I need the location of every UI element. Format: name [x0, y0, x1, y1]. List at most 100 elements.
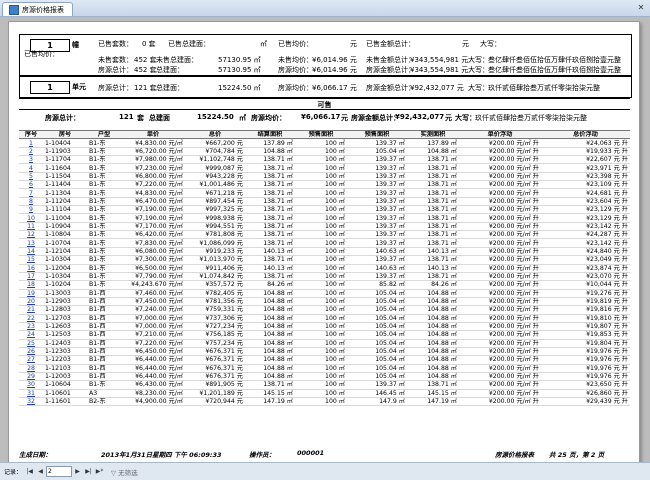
- table-row: 6 1-11404 B1-东 ¥7,220.00 元/㎡ ¥1,001,486 元 138…: [19, 180, 630, 190]
- summary-amount-label: 房源金额总计：: [351, 114, 400, 122]
- row-index-link[interactable]: 21: [19, 305, 43, 315]
- row-index-link[interactable]: 5: [19, 172, 43, 182]
- page-number-input[interactable]: [46, 466, 73, 477]
- table-cell: B1-东: [87, 255, 121, 265]
- column-header: 总价浮动: [541, 129, 630, 140]
- table-cell: ¥6,800.00 元/㎡: [121, 172, 185, 182]
- table-cell: ¥782,405 元: [185, 289, 245, 298]
- table-cell: 1-12603: [43, 322, 87, 332]
- table-cell: 100 ㎡: [295, 330, 347, 340]
- table-cell: 84.26 ㎡: [407, 280, 459, 290]
- table-cell: 104.88 ㎡: [245, 330, 295, 340]
- table-cell: 105.04 ㎡: [347, 305, 407, 315]
- row-index-link[interactable]: 18: [19, 280, 43, 290]
- table-cell: B1-西: [87, 372, 121, 382]
- table-cell: 1-10601: [43, 389, 87, 399]
- filter-status[interactable]: ▽ 无筛选: [111, 467, 138, 477]
- table-cell: 100 ㎡: [295, 322, 347, 332]
- row-index-link[interactable]: 15: [19, 255, 43, 265]
- row-index-link[interactable]: 22: [19, 314, 43, 323]
- row-index-link[interactable]: 12: [19, 230, 43, 240]
- row-index-link[interactable]: 8: [19, 197, 43, 207]
- table-cell: 138.71 ㎡: [407, 205, 459, 215]
- row-index-link[interactable]: 1: [19, 138, 43, 148]
- row-index-link[interactable]: 6: [19, 180, 43, 190]
- row-index-link[interactable]: 7: [19, 188, 43, 198]
- report-canvas: 1 幢 已售套数： 0 套 已售总建面： ㎡ 已售均价： 元 已售金额总计： 元…: [0, 17, 650, 463]
- table-cell: 1-10304: [43, 272, 87, 282]
- table-cell: B1-东: [87, 172, 121, 182]
- total-amount-label: 房源金额总计：: [366, 66, 415, 74]
- table-cell: 139.37 ㎡: [347, 255, 407, 265]
- table-cell: 100 ㎡: [295, 180, 347, 190]
- row-index-link[interactable]: 11: [19, 222, 43, 232]
- new-record-icon[interactable]: ▶*: [95, 467, 104, 476]
- table-cell: 138.71 ㎡: [407, 213, 459, 223]
- row-index-link[interactable]: 28: [19, 364, 43, 373]
- row-index-link[interactable]: 2: [19, 147, 43, 157]
- row-index-link[interactable]: 30: [19, 380, 43, 390]
- table-cell: B1-西: [87, 347, 121, 357]
- next-page-icon[interactable]: ▶: [73, 467, 82, 476]
- table-cell: ¥671,218 元: [185, 188, 245, 198]
- table-cell: ¥676,371 元: [185, 355, 245, 365]
- row-index-link[interactable]: 14: [19, 247, 43, 257]
- row-index-link[interactable]: 19: [19, 289, 43, 298]
- table-row: 13 1-10704 B1-东 ¥7,830.00 元/㎡ ¥1,086,099 元 13…: [19, 238, 630, 248]
- row-index-link[interactable]: 13: [19, 238, 43, 248]
- report-tab-label: 房源价格报表: [22, 5, 64, 14]
- row-index-link[interactable]: 4: [19, 163, 43, 173]
- table-cell: ¥994,551 元: [185, 222, 245, 232]
- table-cell: ¥998,938 元: [185, 213, 245, 223]
- report-tab[interactable]: 房源价格报表: [2, 2, 73, 16]
- table-row: 31 1-10601 A3 ¥8,230.00 元/㎡ ¥1,201,189 元 145.…: [19, 389, 630, 399]
- table-cell: ¥23,129 元 升: [541, 205, 630, 215]
- table-cell: 147.19 ㎡: [407, 397, 459, 407]
- row-index-link[interactable]: 27: [19, 355, 43, 365]
- unsold-area-label: 未售总建面：: [156, 56, 198, 64]
- row-index-link[interactable]: 24: [19, 330, 43, 340]
- row-index-link[interactable]: 9: [19, 205, 43, 215]
- row-index-link[interactable]: 23: [19, 322, 43, 332]
- table-cell: B1-西: [87, 289, 121, 298]
- unsold-capital-label: 大写：: [468, 56, 489, 64]
- row-index-link[interactable]: 10: [19, 213, 43, 223]
- table-cell: 104.88 ㎡: [407, 347, 459, 357]
- row-index-link[interactable]: 20: [19, 297, 43, 307]
- row-index-link[interactable]: 17: [19, 272, 43, 282]
- row-index-link[interactable]: 29: [19, 372, 43, 382]
- table-cell: B1-西: [87, 314, 121, 323]
- table-cell: ¥891,905 元: [185, 380, 245, 390]
- table-cell: 100 ㎡: [295, 372, 347, 382]
- row-index-link[interactable]: 16: [19, 264, 43, 273]
- table-cell: 104.88 ㎡: [407, 330, 459, 340]
- table-cell: 138.71 ㎡: [245, 172, 295, 182]
- table-cell: ¥19,976 元 升: [541, 347, 630, 357]
- table-cell: 104.88 ㎡: [407, 289, 459, 298]
- table-cell: 139.37 ㎡: [347, 380, 407, 390]
- row-index-link[interactable]: 31: [19, 389, 43, 399]
- summary-avg-label: 房源均价：: [251, 114, 286, 122]
- table-cell: A3: [87, 389, 121, 399]
- row-index-link[interactable]: 32: [19, 397, 43, 407]
- row-index-link[interactable]: 3: [19, 155, 43, 165]
- table-cell: ¥200.00 元/㎡ 升: [459, 205, 541, 215]
- row-index-link[interactable]: 25: [19, 339, 43, 348]
- prev-page-icon[interactable]: ◀: [36, 467, 45, 476]
- table-cell: 85.82 ㎡: [347, 280, 407, 290]
- unit-total-count-value: 121 套: [134, 84, 157, 92]
- table-cell: ¥22,607 元 升: [541, 155, 630, 165]
- unit-number-box: 1: [30, 81, 70, 94]
- row-index-link[interactable]: 26: [19, 347, 43, 357]
- last-page-icon[interactable]: ▶|: [84, 467, 93, 476]
- report-icon: [9, 4, 19, 15]
- table-cell: ¥29,439 元 升: [541, 397, 630, 407]
- table-cell: 138.71 ㎡: [407, 255, 459, 265]
- table-cell: ¥676,371 元: [185, 364, 245, 373]
- first-page-icon[interactable]: |◀: [25, 467, 34, 476]
- table-cell: 104.88 ㎡: [407, 305, 459, 315]
- sold-total-value: 元: [462, 40, 469, 48]
- close-icon[interactable]: ✕: [636, 3, 646, 13]
- table-cell: ¥200.00 元/㎡ 升: [459, 264, 541, 273]
- table-cell: ¥19,276 元 升: [541, 289, 630, 298]
